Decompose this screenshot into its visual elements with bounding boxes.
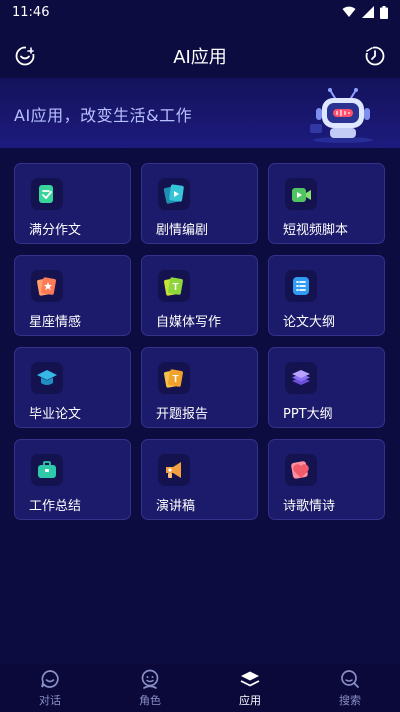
app-card-label: 短视频脚本	[283, 223, 349, 238]
text-cards-icon: T	[158, 270, 190, 302]
banner-text: AI应用，改变生活&工作	[14, 106, 193, 125]
nav-item-apps[interactable]: 应用	[220, 668, 280, 708]
app-card-speech[interactable]: 演讲稿	[141, 439, 258, 520]
star-cards-icon	[31, 270, 63, 302]
app-bar: AI应用	[0, 34, 400, 78]
app-card-label: 演讲稿	[156, 499, 196, 514]
nav-label: 搜索	[339, 694, 361, 707]
nav-item-chat[interactable]: 对话	[20, 668, 80, 708]
app-card-label: 工作总结	[29, 499, 82, 514]
chat-icon	[41, 670, 59, 688]
banner: AI应用，改变生活&工作	[0, 78, 400, 148]
megaphone-icon	[158, 454, 190, 486]
app-card-label: 满分作文	[29, 223, 82, 238]
nav-label: 应用	[239, 694, 261, 707]
app-card-label: 论文大纲	[283, 315, 336, 330]
new-chat-icon[interactable]	[14, 45, 36, 67]
app-card-graduation-thesis[interactable]: 毕业论文	[14, 347, 131, 428]
video-icon	[285, 178, 317, 210]
script-cards-icon	[158, 178, 190, 210]
graduation-cap-icon	[31, 362, 63, 394]
essay-icon	[31, 178, 63, 210]
page-title: AI应用	[173, 47, 227, 68]
wifi-icon	[342, 6, 356, 17]
nav-item-search[interactable]: 搜索	[320, 668, 380, 708]
battery-icon	[380, 5, 388, 19]
svg-text:T: T	[173, 374, 179, 385]
app-card-label: PPT大纲	[283, 407, 333, 422]
history-icon[interactable]	[364, 45, 386, 67]
search-icon	[341, 670, 359, 688]
app-card-poetry[interactable]: 诗歌情诗	[268, 439, 385, 520]
robot-mascot-icon	[310, 88, 373, 143]
list-icon	[285, 270, 317, 302]
app-card-essay[interactable]: 满分作文	[14, 163, 131, 244]
app-card-label: 开题报告	[156, 407, 209, 422]
nav-label: 对话	[39, 694, 61, 707]
nav-item-roles[interactable]: 角色	[120, 668, 180, 708]
briefcase-icon	[31, 454, 63, 486]
app-card-self-media[interactable]: T 自媒体写作	[141, 255, 258, 336]
report-cards-icon: T	[158, 362, 190, 394]
app-card-thesis-outline[interactable]: 论文大纲	[268, 255, 385, 336]
apps-stack-icon	[240, 671, 260, 687]
app-grid: 满分作文 剧情编剧 短视频脚本 星座情感 T 自媒体写作 论文大纲 毕业论文 T…	[14, 163, 386, 520]
heart-card-icon	[285, 454, 317, 486]
app-card-short-video[interactable]: 短视频脚本	[268, 163, 385, 244]
status-icons	[342, 5, 388, 19]
app-card-label: 星座情感	[29, 315, 82, 330]
svg-text:T: T	[173, 282, 179, 293]
signal-icon	[362, 6, 374, 18]
app-card-label: 诗歌情诗	[283, 499, 336, 514]
status-bar: 11:46	[0, 0, 400, 24]
app-card-horoscope[interactable]: 星座情感	[14, 255, 131, 336]
bottom-nav: 对话 角色 应用 搜索	[0, 664, 400, 712]
app-card-proposal-report[interactable]: T 开题报告	[141, 347, 258, 428]
nav-label: 角色	[139, 694, 161, 707]
app-card-work-summary[interactable]: 工作总结	[14, 439, 131, 520]
app-card-label: 毕业论文	[29, 407, 82, 422]
app-card-screenplay[interactable]: 剧情编剧	[141, 163, 258, 244]
person-icon	[141, 669, 159, 689]
app-card-label: 自媒体写作	[156, 315, 222, 330]
app-card-ppt-outline[interactable]: PPT大纲	[268, 347, 385, 428]
app-card-label: 剧情编剧	[156, 223, 209, 238]
status-time: 11:46	[12, 4, 50, 20]
layers-icon	[285, 362, 317, 394]
